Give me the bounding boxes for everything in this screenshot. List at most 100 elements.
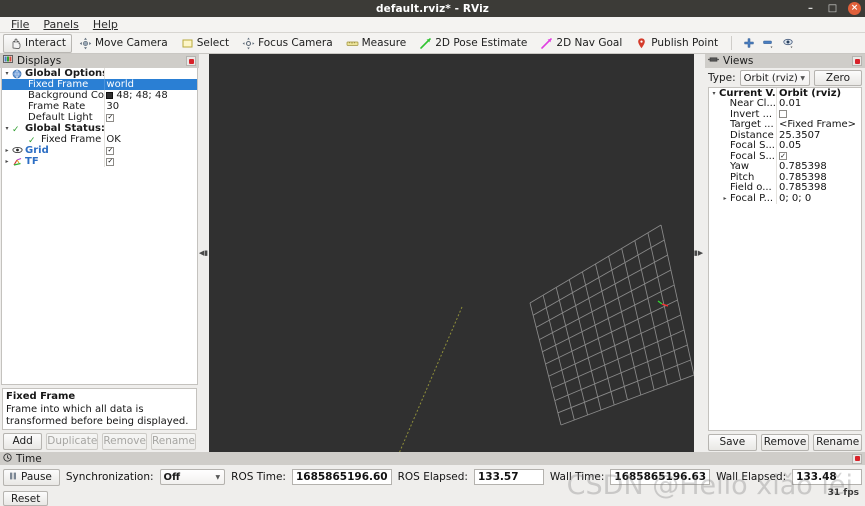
- view-type-select[interactable]: Orbit (rviz) ▼: [739, 70, 810, 86]
- save-view-button[interactable]: Save: [708, 433, 757, 451]
- display-property-value-cell[interactable]: ✓: [104, 112, 197, 123]
- display-property-label: Default Light: [28, 112, 93, 123]
- maximize-button[interactable]: □: [826, 2, 839, 15]
- property-checkbox[interactable]: [779, 110, 787, 119]
- view-property-row[interactable]: Distance 25.3507: [709, 130, 861, 141]
- display-property-row[interactable]: Default Light ✓: [2, 112, 197, 123]
- display-property-row[interactable]: ▸ TF ✓: [2, 156, 197, 167]
- views-close-icon[interactable]: [852, 56, 862, 66]
- display-property-row[interactable]: ▸ Grid ✓: [2, 145, 197, 156]
- view-property-value-cell[interactable]: 25.3507: [776, 130, 861, 141]
- time-controls: Pause Synchronization: Off ▼ ROS Time: 1…: [0, 465, 865, 487]
- view-property-value-cell[interactable]: 0.01: [776, 98, 861, 109]
- tool-move-camera[interactable]: Move Camera: [73, 34, 174, 53]
- view-property-row[interactable]: Focal S... ✓: [709, 151, 861, 162]
- view-property-row[interactable]: Yaw 0.785398: [709, 161, 861, 172]
- display-property-value-cell[interactable]: ✓: [104, 145, 197, 156]
- right-splitter[interactable]: ▮▶: [694, 54, 703, 452]
- view-property-value-cell[interactable]: Orbit (rviz): [776, 88, 861, 99]
- view-property-row[interactable]: Field o... 0.785398: [709, 182, 861, 193]
- render-viewport[interactable]: [209, 54, 694, 452]
- tool-2d-nav-goal[interactable]: 2D Nav Goal: [534, 34, 628, 53]
- ros-time-field[interactable]: 1685865196.60: [291, 469, 392, 485]
- display-property-value-cell[interactable]: 30: [104, 101, 197, 112]
- wall-time-field[interactable]: 1685865196.63: [610, 469, 711, 485]
- color-swatch[interactable]: [106, 92, 114, 99]
- view-property-value-cell[interactable]: 0.785398: [776, 182, 861, 193]
- remove-view-button[interactable]: Remove: [760, 433, 810, 451]
- close-button[interactable]: ×: [848, 2, 861, 15]
- tool-select[interactable]: Select: [175, 34, 235, 53]
- view-property-value-cell[interactable]: 0.785398: [776, 161, 861, 172]
- sync-select[interactable]: Off ▼: [159, 469, 226, 485]
- view-property-row[interactable]: Near Cl... 0.01: [709, 98, 861, 109]
- tool-2d-pose-estimate[interactable]: 2D Pose Estimate: [413, 34, 533, 53]
- view-property-value: 0.05: [779, 140, 802, 152]
- display-property-row[interactable]: Fixed Frame world: [2, 79, 197, 90]
- display-property-row[interactable]: Background Color 48; 48; 48: [2, 90, 197, 101]
- view-property-value-cell[interactable]: 0.785398: [776, 172, 861, 183]
- time-close-icon[interactable]: [852, 453, 862, 464]
- zero-button[interactable]: Zero: [814, 70, 862, 86]
- view-property-value-cell[interactable]: 0.05: [776, 140, 861, 152]
- tool-focus-camera[interactable]: Focus Camera: [236, 34, 339, 53]
- tree-expander-icon[interactable]: ▾: [2, 70, 12, 77]
- display-property-value-cell[interactable]: [104, 123, 197, 134]
- menu-file[interactable]: File: [4, 17, 36, 32]
- remove-display-button[interactable]: Remove: [102, 432, 147, 450]
- view-property-row[interactable]: ▸ Focal P... 0; 0; 0: [709, 193, 861, 204]
- views-panel: Views Type: Orbit (rviz) ▼ Zero ▾ Current…: [705, 54, 865, 452]
- view-property-row[interactable]: Invert ...: [709, 109, 861, 120]
- tree-expander-icon[interactable]: ▸: [2, 147, 12, 154]
- minus-dropdown-icon[interactable]: [759, 34, 778, 53]
- display-property-row[interactable]: ▾ Global Options: [2, 68, 197, 79]
- left-splitter[interactable]: ◀▮: [199, 54, 208, 452]
- display-property-value-cell[interactable]: [104, 68, 197, 79]
- property-checkbox[interactable]: ✓: [106, 113, 115, 122]
- property-checkbox[interactable]: ✓: [106, 146, 115, 155]
- view-property-row[interactable]: Focal S... 0.05: [709, 140, 861, 152]
- tree-expander-icon[interactable]: ▾: [2, 125, 12, 132]
- displays-tree[interactable]: ▾ Global Options Fixed Frame world Backgroun…: [1, 68, 198, 385]
- display-property-value-cell[interactable]: OK: [104, 134, 197, 145]
- rename-display-button[interactable]: Rename: [150, 432, 196, 450]
- minimize-button[interactable]: –: [804, 2, 817, 15]
- wall-elapsed-field[interactable]: 133.48: [792, 469, 863, 485]
- tool-measure[interactable]: Measure: [340, 34, 413, 53]
- view-property-row[interactable]: Pitch 0.785398: [709, 172, 861, 183]
- view-property-row[interactable]: Target ... <Fixed Frame>: [709, 119, 861, 130]
- display-property-row[interactable]: ✓ Fixed Frame OK: [2, 134, 197, 145]
- view-property-name-cell: Distance: [709, 130, 776, 141]
- tree-expander-icon[interactable]: ▸: [2, 158, 12, 165]
- ros-elapsed-field[interactable]: 133.57: [473, 469, 544, 485]
- display-property-value-cell[interactable]: ✓: [104, 156, 197, 167]
- tool-publish-point[interactable]: Publish Point: [629, 34, 724, 53]
- views-panel-title: Views: [723, 55, 754, 67]
- tree-expander-icon[interactable]: ▾: [709, 90, 719, 97]
- displays-close-icon[interactable]: [186, 56, 196, 66]
- view-property-row[interactable]: ▾Current V...Orbit (rviz): [709, 88, 861, 99]
- tree-expander-icon[interactable]: ▸: [720, 195, 730, 202]
- add-display-button[interactable]: Add: [3, 432, 43, 450]
- display-property-row[interactable]: Frame Rate 30: [2, 101, 197, 112]
- tool-interact[interactable]: Interact: [3, 33, 72, 53]
- plus-icon[interactable]: [739, 34, 758, 53]
- reset-button[interactable]: Reset: [3, 491, 49, 506]
- property-checkbox[interactable]: ✓: [779, 152, 787, 161]
- view-property-value-cell[interactable]: ✓: [776, 151, 861, 162]
- pause-button[interactable]: Pause: [3, 468, 60, 486]
- rename-view-button[interactable]: Rename: [813, 433, 863, 451]
- menu-help[interactable]: Help: [86, 17, 125, 32]
- menu-panels[interactable]: Panels: [36, 17, 85, 32]
- property-checkbox[interactable]: ✓: [106, 157, 115, 166]
- display-property-value-cell[interactable]: world: [104, 79, 197, 90]
- display-property-value-cell[interactable]: 48; 48; 48: [104, 90, 197, 101]
- view-property-value-cell[interactable]: [776, 109, 861, 120]
- duplicate-display-button[interactable]: Duplicate: [46, 432, 99, 450]
- view-property-value-cell[interactable]: <Fixed Frame>: [776, 119, 861, 130]
- views-property-tree[interactable]: ▾Current V...Orbit (rviz)Near Cl...0.01I…: [708, 87, 862, 431]
- display-property-row[interactable]: ▾✓ Global Status: Ok: [2, 123, 197, 134]
- view-property-name-cell: Near Cl...: [709, 98, 776, 109]
- view-property-value-cell[interactable]: 0; 0; 0: [776, 193, 861, 204]
- eye-dropdown-icon[interactable]: [779, 34, 798, 53]
